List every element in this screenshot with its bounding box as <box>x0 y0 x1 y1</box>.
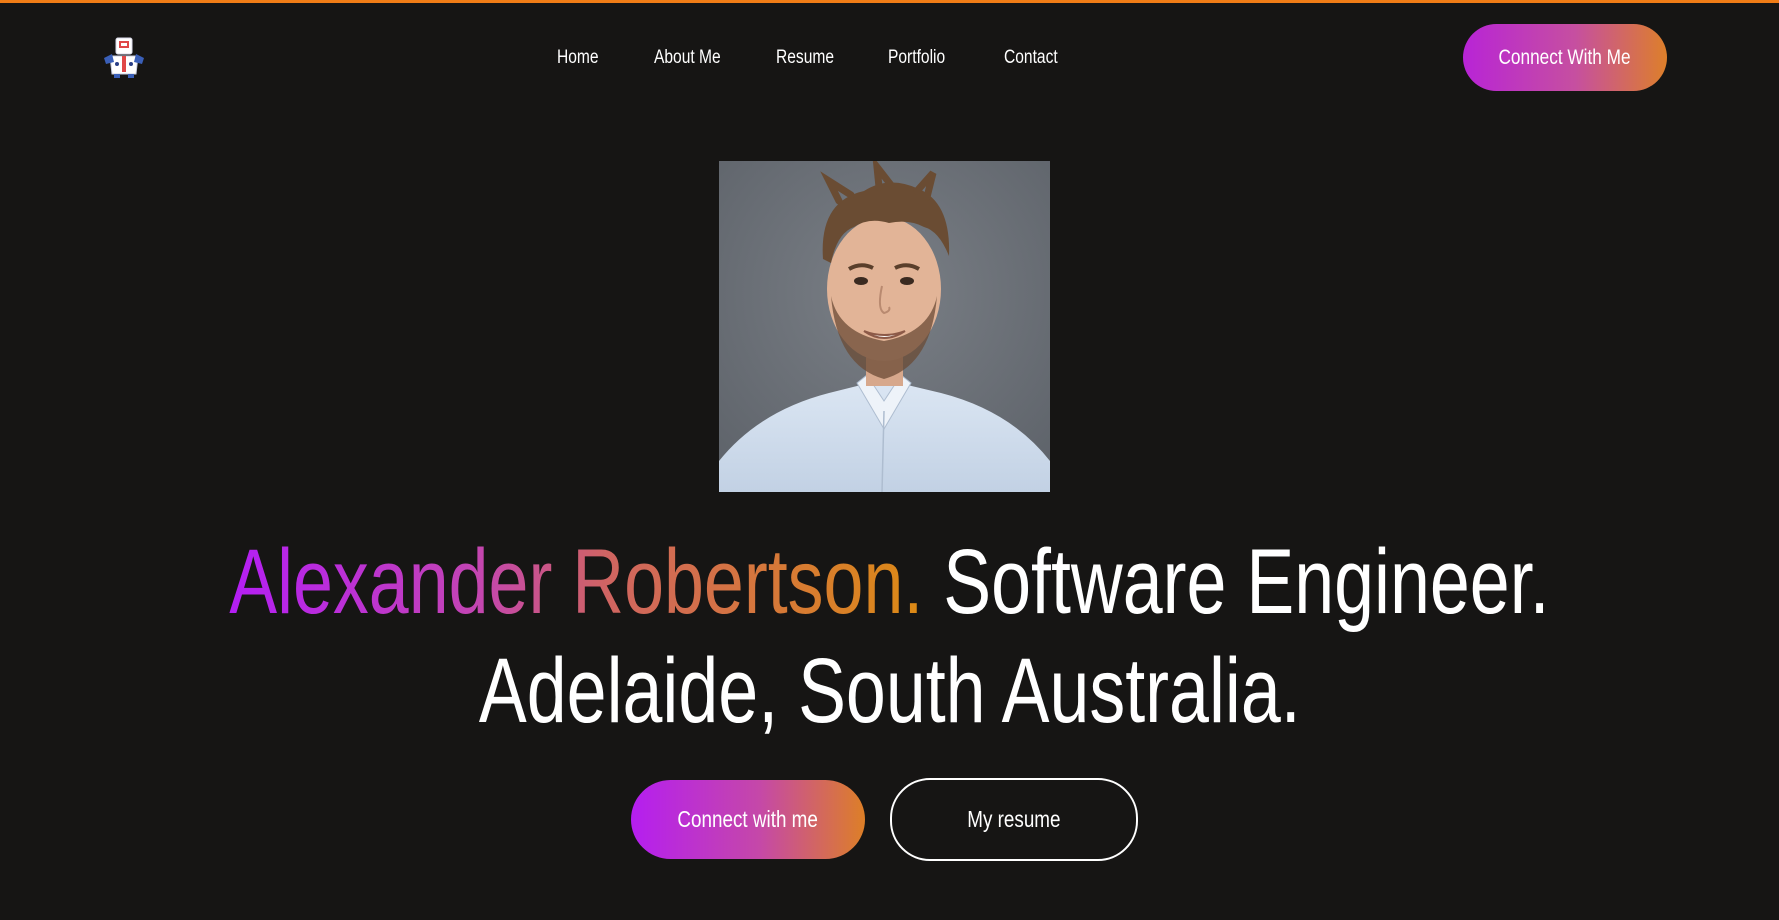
hero-title: Software Engineer. <box>923 531 1550 633</box>
connect-with-me-button[interactable]: Connect with me <box>631 780 865 859</box>
connect-with-me-header-label: Connect With Me <box>1498 45 1632 69</box>
nav-resume[interactable]: Resume <box>776 47 834 69</box>
connect-with-me-label: Connect with me <box>677 806 819 832</box>
nav-home[interactable]: Home <box>557 47 599 69</box>
my-resume-button[interactable]: My resume <box>890 778 1138 861</box>
hero-location: Adelaide, South Australia. <box>478 640 1301 742</box>
nav-about-me[interactable]: About Me <box>654 47 721 69</box>
connect-with-me-header-button[interactable]: Connect With Me <box>1463 24 1667 91</box>
nav-contact[interactable]: Contact <box>1004 47 1058 69</box>
site-header: Home About Me Resume Portfolio Contact C… <box>0 3 1779 113</box>
hero-name: Alexander Robertson. <box>229 531 924 633</box>
my-resume-label: My resume <box>967 806 1061 832</box>
nav-portfolio[interactable]: Portfolio <box>888 47 945 69</box>
profile-photo <box>719 161 1050 492</box>
hero-headline-line-1: Alexander Robertson. Software Engineer. <box>0 536 1779 628</box>
hero-headline-line-2: Adelaide, South Australia. <box>0 645 1779 737</box>
